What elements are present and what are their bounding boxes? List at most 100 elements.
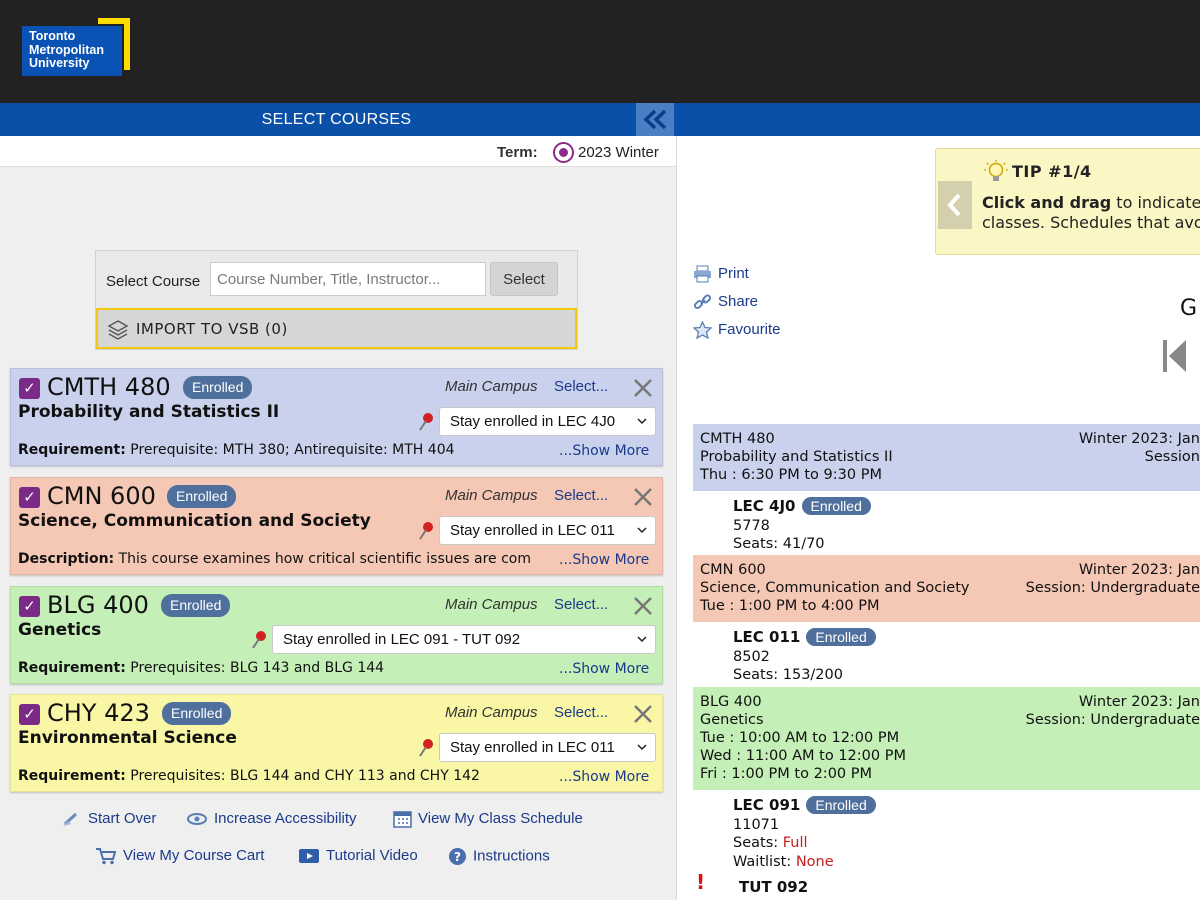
tip-title: TIP #1/4 bbox=[1012, 162, 1092, 181]
schedule-term-info: Winter 2023: Jan Session bbox=[1079, 430, 1200, 466]
bottom-links-row-1: Start Over Increase Accessibility View M… bbox=[0, 810, 676, 834]
schedule-session: Session bbox=[1144, 449, 1200, 465]
pin-icon[interactable] bbox=[417, 738, 435, 760]
instructions-link[interactable]: ? Instructions bbox=[448, 847, 550, 866]
alert-icon: ! bbox=[696, 870, 706, 894]
start-over-label: Start Over bbox=[88, 810, 157, 827]
tip-bold: Click and drag bbox=[982, 193, 1112, 212]
schedule-section[interactable]: LEC 011 Enrolled 8502 Seats: 153/200 bbox=[693, 622, 1200, 691]
share-link[interactable]: Share bbox=[693, 293, 758, 311]
course-info: Requirement: Prerequisite: MTH 380; Anti… bbox=[18, 442, 563, 458]
course-checkbox[interactable]: ✓ bbox=[19, 596, 40, 617]
schedule-time: Tue : 10:00 AM to 12:00 PM bbox=[700, 730, 900, 746]
schedule-term-info: Winter 2023: Jan Session: Undergraduate bbox=[1026, 561, 1200, 597]
course-code: CMTH 480 bbox=[47, 373, 171, 401]
schedule-time: Thu : 6:30 PM to 9:30 PM bbox=[700, 467, 882, 483]
waitlist-label: Waitlist: bbox=[733, 853, 792, 870]
pin-icon[interactable] bbox=[417, 521, 435, 543]
schedule-course-header[interactable]: BLG 400 Genetics Tue : 10:00 AM to 12:00… bbox=[693, 687, 1200, 790]
info-label: Requirement: bbox=[18, 768, 126, 784]
double-chevron-left-icon bbox=[643, 109, 667, 130]
start-over-link[interactable]: Start Over bbox=[62, 810, 156, 828]
tip-box: TIP #1/4 Click and drag to indicate clas… bbox=[935, 148, 1200, 255]
course-checkbox[interactable]: ✓ bbox=[19, 704, 40, 725]
select-section-link[interactable]: Select... bbox=[554, 704, 608, 721]
tutorial-label: Tutorial Video bbox=[326, 847, 418, 864]
course-name: Environmental Science bbox=[18, 728, 237, 748]
seats-value: 41/70 bbox=[782, 536, 825, 552]
course-checkbox[interactable]: ✓ bbox=[19, 487, 40, 508]
chevron-left-icon bbox=[947, 193, 961, 217]
info-text: This course examines how critical scient… bbox=[114, 551, 531, 567]
course-name: Probability and Statistics II bbox=[18, 402, 280, 422]
print-link[interactable]: Print bbox=[693, 265, 749, 283]
schedule-section[interactable]: LEC 091 Enrolled 11071 Seats: Full Waitli… bbox=[693, 790, 1200, 877]
close-icon[interactable] bbox=[631, 702, 655, 726]
schedule-course: BLG 400 Genetics Tue : 10:00 AM to 12:00… bbox=[693, 687, 1200, 877]
seats-label: Seats: bbox=[733, 536, 779, 552]
schedule-course-header[interactable]: CMTH 480 Probability and Statistics II T… bbox=[693, 424, 1200, 491]
section-name[interactable]: TUT 092 bbox=[739, 878, 808, 896]
pin-icon[interactable] bbox=[250, 630, 268, 652]
course-info: Requirement: Prerequisites: BLG 144 and … bbox=[18, 768, 563, 784]
enrollment-dropdown[interactable]: Stay enrolled in LEC 4J0 bbox=[439, 407, 656, 436]
course-code: CMN 600 bbox=[47, 482, 156, 510]
instructions-label: Instructions bbox=[473, 847, 550, 865]
bottom-links-row-2: View My Course Cart Tutorial Video ? Inst… bbox=[0, 847, 676, 871]
term-selector-icon[interactable] bbox=[553, 142, 574, 163]
collapse-panel-button[interactable] bbox=[636, 103, 674, 136]
accessibility-label: Increase Accessibility bbox=[214, 810, 357, 827]
close-icon[interactable] bbox=[631, 485, 655, 509]
section-waitlist: Waitlist: None bbox=[733, 853, 1200, 872]
select-section-link[interactable]: Select... bbox=[554, 378, 608, 395]
info-label: Requirement: bbox=[18, 660, 126, 676]
help-icon: ? bbox=[449, 848, 466, 865]
tip-previous-button[interactable] bbox=[938, 181, 972, 229]
cart-icon bbox=[96, 848, 117, 865]
close-icon[interactable] bbox=[631, 376, 655, 400]
dropdown-value: Stay enrolled in LEC 091 - TUT 092 bbox=[283, 631, 521, 648]
section-crn: 8502 bbox=[733, 648, 770, 665]
select-course-button[interactable]: Select bbox=[490, 262, 558, 296]
close-icon[interactable] bbox=[631, 594, 655, 618]
campus-label: Main Campus bbox=[445, 487, 538, 504]
view-class-schedule-link[interactable]: View My Class Schedule bbox=[393, 810, 583, 828]
first-page-icon[interactable] bbox=[1162, 338, 1188, 374]
term-value[interactable]: 2023 Winter bbox=[578, 144, 659, 161]
class-schedule-label: View My Class Schedule bbox=[418, 810, 583, 827]
import-to-vsb-button[interactable]: IMPORT TO VSB (0) bbox=[96, 308, 577, 349]
seats-label: Seats: bbox=[733, 835, 779, 851]
schedule-time: Tue : 1:00 PM to 4:00 PM bbox=[700, 598, 880, 614]
schedule-section[interactable]: LEC 4J0 Enrolled 5778 Seats: 41/70 bbox=[693, 491, 1200, 560]
favourite-link[interactable]: Favourite bbox=[693, 321, 781, 340]
select-section-link[interactable]: Select... bbox=[554, 596, 608, 613]
university-logo[interactable]: Toronto Metropolitan University bbox=[22, 18, 130, 76]
show-more-link[interactable]: ...Show More bbox=[559, 769, 649, 785]
enrolled-badge: Enrolled bbox=[161, 594, 231, 617]
select-section-link[interactable]: Select... bbox=[554, 487, 608, 504]
show-more-link[interactable]: ...Show More bbox=[559, 552, 649, 568]
lightbulb-icon bbox=[984, 160, 1008, 181]
show-more-link[interactable]: ...Show More bbox=[559, 443, 649, 459]
increase-accessibility-link[interactable]: Increase Accessibility bbox=[186, 810, 357, 828]
course-info: Description: This course examines how cr… bbox=[18, 551, 563, 567]
tutorial-video-link[interactable]: Tutorial Video bbox=[298, 847, 418, 865]
enrollment-dropdown[interactable]: Stay enrolled in LEC 011 bbox=[439, 733, 656, 762]
schedule-time: Wed : 11:00 AM to 12:00 PM bbox=[700, 748, 906, 764]
import-label: IMPORT TO VSB (0) bbox=[136, 320, 288, 338]
schedule-course-header[interactable]: CMN 600 Science, Communication and Socie… bbox=[693, 555, 1200, 622]
broom-icon bbox=[63, 812, 78, 827]
course-checkbox[interactable]: ✓ bbox=[19, 378, 40, 399]
section-crn: 5778 bbox=[733, 517, 770, 534]
enrollment-dropdown[interactable]: Stay enrolled in LEC 091 - TUT 092 bbox=[272, 625, 656, 654]
enrollment-dropdown[interactable]: Stay enrolled in LEC 011 bbox=[439, 516, 656, 545]
info-text: Prerequisites: BLG 143 and BLG 144 bbox=[125, 660, 385, 676]
course-code: CHY 423 bbox=[47, 699, 150, 727]
schedule-term: Winter 2023: Jan bbox=[1078, 562, 1200, 578]
pin-icon[interactable] bbox=[417, 412, 435, 434]
show-more-link[interactable]: ...Show More bbox=[559, 661, 649, 677]
layers-icon bbox=[107, 320, 129, 340]
view-course-cart-link[interactable]: View My Course Cart bbox=[95, 847, 264, 865]
course-search-input[interactable] bbox=[210, 262, 486, 296]
info-text: Prerequisite: MTH 380; Antirequisite: MT… bbox=[125, 442, 455, 458]
